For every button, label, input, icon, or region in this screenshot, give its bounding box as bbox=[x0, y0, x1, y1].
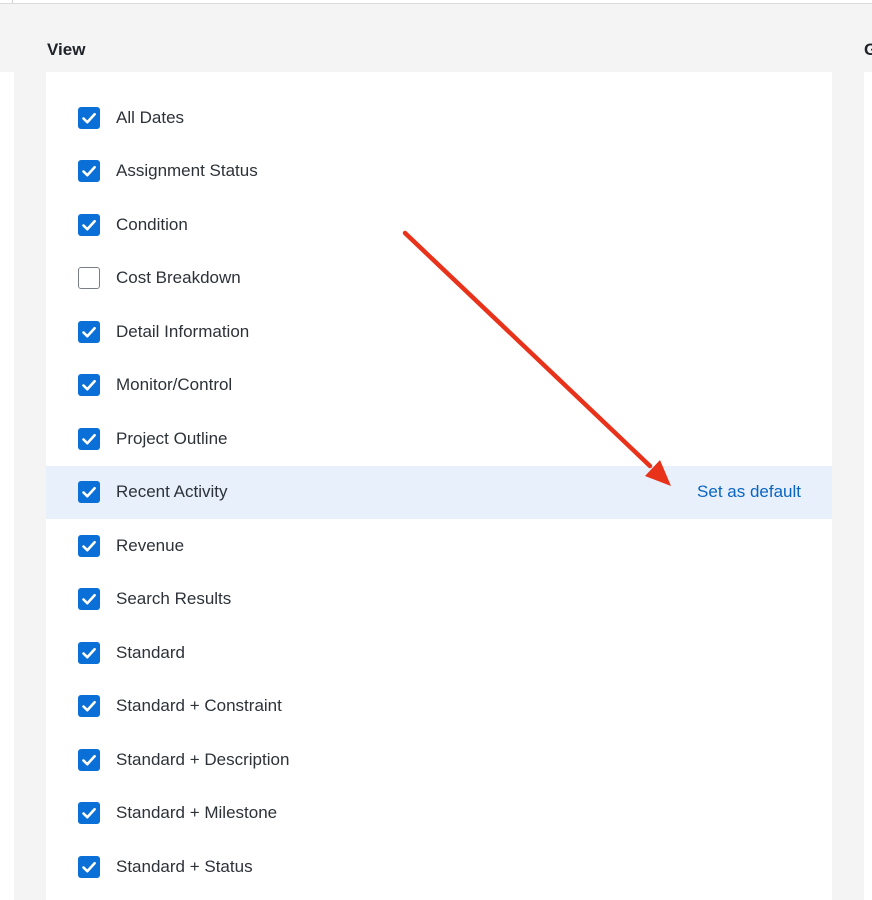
view-label: Assignment Status bbox=[116, 161, 258, 181]
view-checkbox[interactable] bbox=[78, 641, 100, 664]
view-row[interactable]: Standard + Constraint bbox=[46, 680, 832, 734]
view-list-panel: All Dates Assignment Status Condition Cost … bbox=[46, 72, 832, 900]
view-row[interactable]: Project Outline bbox=[46, 412, 832, 466]
checkmark-icon bbox=[82, 594, 96, 605]
view-label: Cost Breakdown bbox=[116, 268, 241, 288]
view-label: Detail Information bbox=[116, 321, 250, 341]
view-label: Search Results bbox=[116, 589, 232, 609]
view-checkbox[interactable] bbox=[78, 374, 100, 397]
next-section-title: G bbox=[864, 40, 872, 59]
view-row[interactable]: Recent Activity Set as default bbox=[46, 465, 832, 519]
right-adjacent-panel bbox=[864, 72, 872, 900]
view-checkbox[interactable] bbox=[78, 320, 100, 343]
checkmark-icon bbox=[82, 219, 96, 231]
view-label: Recent Activity bbox=[116, 482, 228, 502]
checkmark-icon bbox=[82, 647, 96, 659]
view-label: Standard bbox=[116, 642, 185, 662]
view-label: Condition bbox=[116, 214, 188, 234]
checkmark-icon bbox=[82, 540, 96, 552]
left-adjacent-panel bbox=[0, 72, 14, 900]
view-row[interactable]: All Dates bbox=[46, 91, 832, 145]
checkmark-icon bbox=[82, 166, 96, 177]
view-checkbox[interactable] bbox=[78, 106, 100, 129]
view-row[interactable]: Search Results bbox=[46, 573, 832, 627]
view-row[interactable]: Standard bbox=[46, 626, 832, 680]
view-row[interactable]: Assignment Status bbox=[46, 145, 832, 199]
checkmark-icon bbox=[82, 326, 96, 338]
view-checkbox[interactable] bbox=[78, 748, 100, 771]
view-checkbox[interactable] bbox=[78, 213, 100, 236]
view-checkbox[interactable] bbox=[78, 695, 100, 718]
view-label: Standard + Constraint bbox=[116, 696, 282, 716]
checkmark-icon bbox=[82, 380, 96, 391]
view-row[interactable]: Standard + Description bbox=[46, 733, 832, 787]
checkmark-icon bbox=[82, 808, 96, 819]
view-label: Project Outline bbox=[116, 428, 228, 448]
view-label: Standard + Description bbox=[116, 749, 290, 769]
checkmark-icon bbox=[82, 861, 96, 873]
view-checkbox[interactable] bbox=[78, 267, 100, 290]
top-border bbox=[0, 0, 872, 4]
set-as-default-link[interactable]: Set as default bbox=[697, 482, 801, 502]
view-checkbox[interactable] bbox=[78, 160, 100, 183]
view-checkbox[interactable] bbox=[78, 481, 100, 504]
view-row[interactable]: Standard + Milestone bbox=[46, 787, 832, 841]
view-list: All Dates Assignment Status Condition Cost … bbox=[46, 91, 832, 894]
checkmark-icon bbox=[82, 433, 96, 445]
view-checkbox[interactable] bbox=[78, 802, 100, 825]
view-checkbox[interactable] bbox=[78, 588, 100, 611]
checkmark-icon bbox=[82, 112, 96, 124]
view-checkbox[interactable] bbox=[78, 427, 100, 450]
view-row[interactable]: Revenue bbox=[46, 519, 832, 573]
checkmark-icon bbox=[82, 487, 96, 498]
view-row[interactable]: Cost Breakdown bbox=[46, 252, 832, 306]
view-label: Standard + Milestone bbox=[116, 803, 278, 823]
top-divider-tick bbox=[12, 0, 13, 3]
view-row[interactable]: Detail Information bbox=[46, 305, 832, 359]
checkmark-icon bbox=[82, 701, 96, 712]
view-row[interactable]: Standard + Status bbox=[46, 840, 832, 894]
view-checkbox[interactable] bbox=[78, 534, 100, 557]
view-row[interactable]: Condition bbox=[46, 198, 832, 252]
view-label: Monitor/Control bbox=[116, 375, 233, 395]
view-checkbox[interactable] bbox=[78, 855, 100, 878]
view-label: Revenue bbox=[116, 535, 185, 555]
view-row[interactable]: Monitor/Control bbox=[46, 359, 832, 413]
view-section-title: View bbox=[47, 40, 86, 59]
checkmark-icon bbox=[82, 754, 96, 766]
view-label: Standard + Status bbox=[116, 856, 253, 876]
view-label: All Dates bbox=[116, 107, 185, 127]
